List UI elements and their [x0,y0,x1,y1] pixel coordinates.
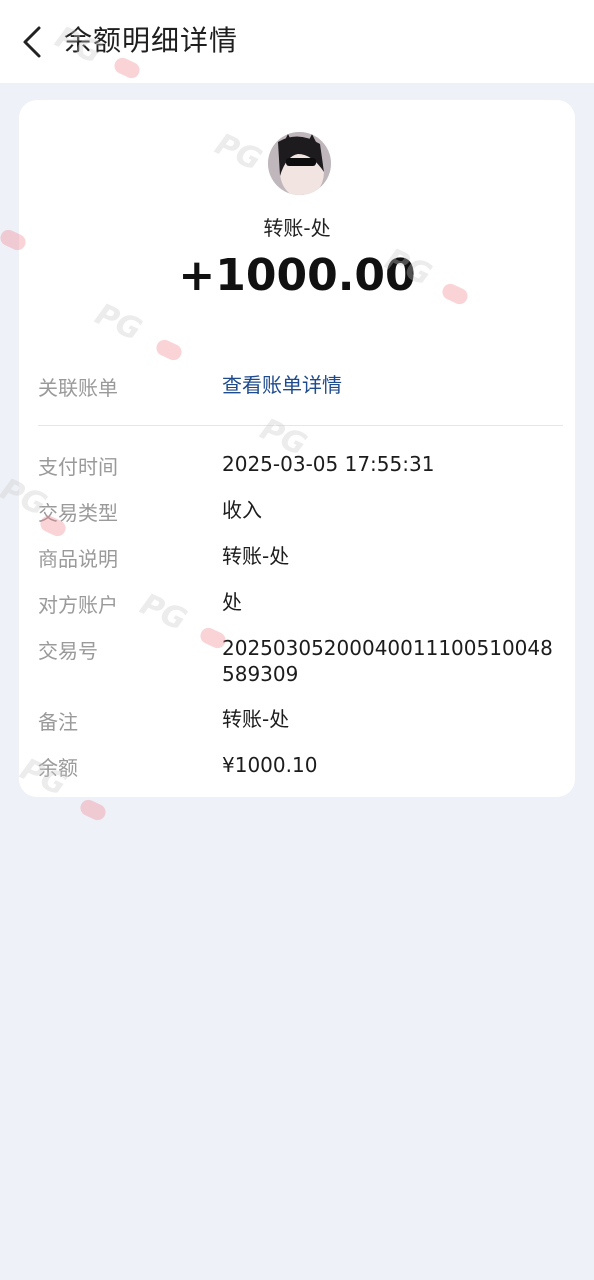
amount: +1000.00 [178,250,416,301]
page-title: 余额明细详情 [64,24,239,57]
divider [38,425,563,426]
counterparty-name: 转账-处 [263,216,331,240]
detail-value: 处 [222,590,242,614]
detail-label: 余额 [38,756,78,780]
avatar [268,132,331,195]
avatar-image [268,132,331,195]
detail-label: 对方账户 [38,593,118,617]
detail-label: 备注 [38,710,78,734]
detail-value: 2025-03-05 17:55:31 [222,452,435,476]
detail-value: 转账-处 [222,544,290,568]
detail-value: 收入 [222,498,262,522]
watermark-dot [77,797,109,823]
transaction-detail-card: 转账-处 +1000.00 关联账单 查看账单详情 支付时间 2025-03-0… [19,100,575,797]
chevron-left-icon [23,26,41,58]
detail-label: 商品说明 [38,547,118,571]
back-button[interactable] [14,22,50,62]
detail-value[interactable]: 2025030520004001110051004858​9309 [222,635,562,687]
detail-value: 转账-处 [222,707,290,731]
detail-value: ¥1000.10 [222,753,318,777]
detail-label: 支付时间 [38,455,118,479]
detail-label: 交易号 [38,639,98,663]
linked-bill-label: 关联账单 [38,376,118,400]
view-bill-details-link[interactable]: 查看账单详情 [222,372,562,398]
top-bar: 余额明细详情 [0,0,594,83]
